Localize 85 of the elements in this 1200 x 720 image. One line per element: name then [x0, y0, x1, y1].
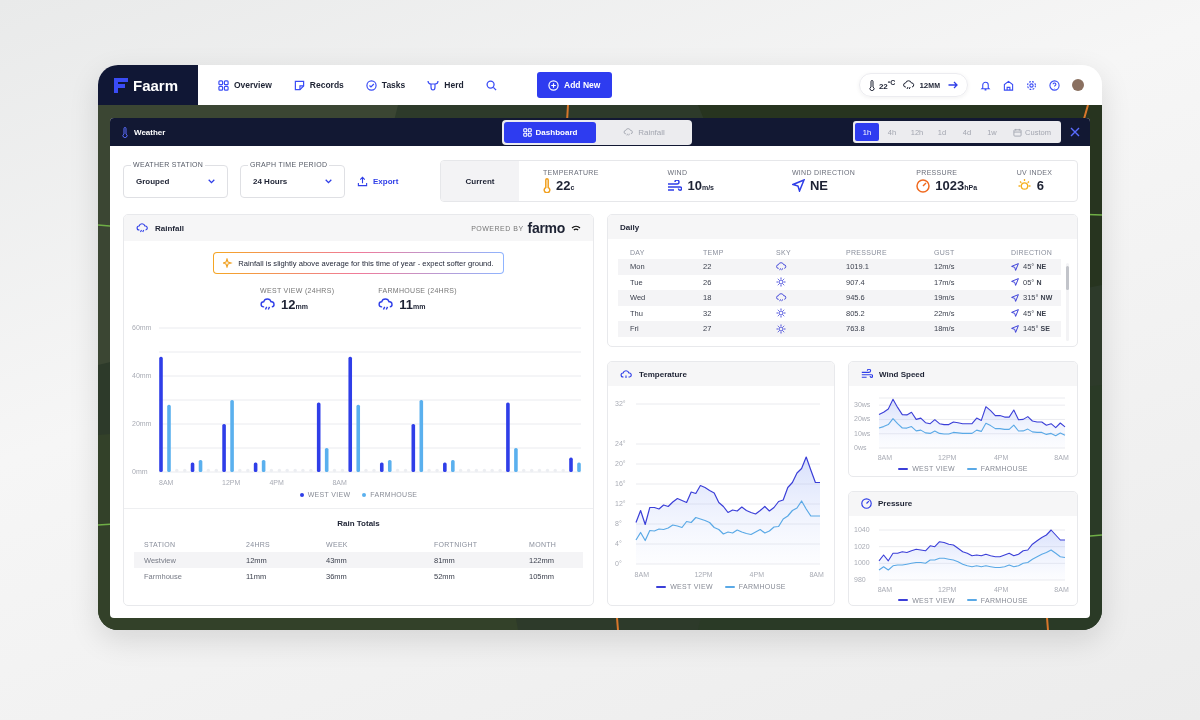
bar [324, 448, 328, 472]
stat-value: NE [809, 178, 828, 193]
bell-icon[interactable] [980, 79, 991, 91]
current-label: Current [441, 161, 519, 201]
avatar[interactable] [1072, 79, 1084, 91]
arrow-right-icon [948, 81, 958, 89]
scrollbar[interactable] [1066, 263, 1069, 341]
card-title: Temperature [639, 369, 687, 379]
panel-title: Weather [134, 127, 166, 137]
view-tab[interactable]: Dashboard [504, 121, 596, 143]
cloud-sun-icon [620, 368, 633, 380]
sun-icon [776, 323, 786, 334]
cloud-rain-icon [776, 261, 787, 272]
bar [387, 460, 392, 472]
logo-text: Faarm [133, 76, 179, 94]
bull-head-icon [427, 79, 440, 91]
nav-link[interactable]: Overview [218, 79, 272, 91]
dropdown-value: 24 Hours [253, 176, 288, 186]
bar [229, 400, 234, 472]
chevron-down-icon [325, 178, 332, 184]
plus-circle-icon [548, 79, 559, 91]
cloud-rain-icon [903, 79, 916, 91]
card-title: Pressure [878, 499, 913, 508]
thermometer-icon [543, 178, 551, 193]
logo-icon [114, 77, 128, 93]
export-link[interactable]: Export [357, 175, 399, 187]
bar [316, 402, 320, 472]
temperature-reading: 22$^{ºC}$ [878, 79, 896, 91]
navigation-arrow-icon [791, 179, 805, 192]
bar [513, 448, 518, 472]
bar [198, 460, 202, 472]
bar [379, 462, 384, 472]
wind-icon [667, 179, 683, 192]
wifi-icon [571, 224, 581, 232]
cloud-rain-icon [776, 292, 787, 303]
sun-icon [776, 308, 786, 319]
cloud-rain-icon [623, 127, 635, 137]
sun-icon [776, 277, 786, 288]
bar [355, 404, 360, 472]
bar [190, 462, 194, 472]
nav-link[interactable]: Tasks [365, 79, 406, 91]
card-title: Wind Speed [879, 369, 925, 379]
grid-icon [218, 79, 229, 91]
close-icon[interactable] [1070, 127, 1080, 137]
calendar-icon [1013, 127, 1023, 137]
bar [261, 460, 265, 472]
cloud-rain-icon [136, 222, 149, 234]
check-circle-icon [365, 79, 377, 91]
bar [166, 404, 171, 472]
bar [568, 457, 573, 472]
nav-link[interactable]: Records [293, 79, 344, 91]
card-title: Daily [620, 222, 640, 232]
bar [505, 402, 510, 472]
bar [450, 460, 455, 472]
cloud-rain-icon [378, 297, 395, 312]
stat-value: 6 [1036, 178, 1044, 193]
bar [419, 400, 423, 472]
thermometer-icon [122, 126, 128, 138]
help-icon[interactable] [1049, 79, 1060, 91]
sun-icon [1016, 178, 1032, 193]
bar [221, 424, 226, 472]
gauge-icon [916, 178, 931, 193]
bar [253, 462, 257, 472]
cloud-rain-icon [260, 297, 277, 312]
bar [411, 424, 415, 472]
brand-logo-text: farmo [527, 220, 565, 236]
table-title: Rain Totals [336, 519, 381, 528]
dropdown-value: Grouped [136, 176, 170, 186]
nav-link[interactable]: Herd [427, 79, 464, 91]
wind-icon [861, 369, 873, 379]
add-new-button[interactable]: Add New [536, 72, 612, 98]
thermometer-icon [868, 79, 875, 91]
sparkle-icon [223, 258, 234, 268]
chevron-down-icon [208, 178, 215, 184]
grid-icon [522, 127, 532, 137]
scrollbar-thumb[interactable] [1066, 266, 1069, 290]
card-title: Rainfall [155, 223, 184, 233]
bar [576, 462, 581, 472]
gauge-icon [861, 498, 872, 509]
note-icon [293, 79, 305, 91]
bar [442, 462, 447, 472]
barn-icon[interactable] [1003, 79, 1014, 91]
search-icon[interactable] [485, 79, 497, 91]
upload-icon [357, 175, 368, 187]
settings-icon[interactable] [1026, 79, 1037, 91]
